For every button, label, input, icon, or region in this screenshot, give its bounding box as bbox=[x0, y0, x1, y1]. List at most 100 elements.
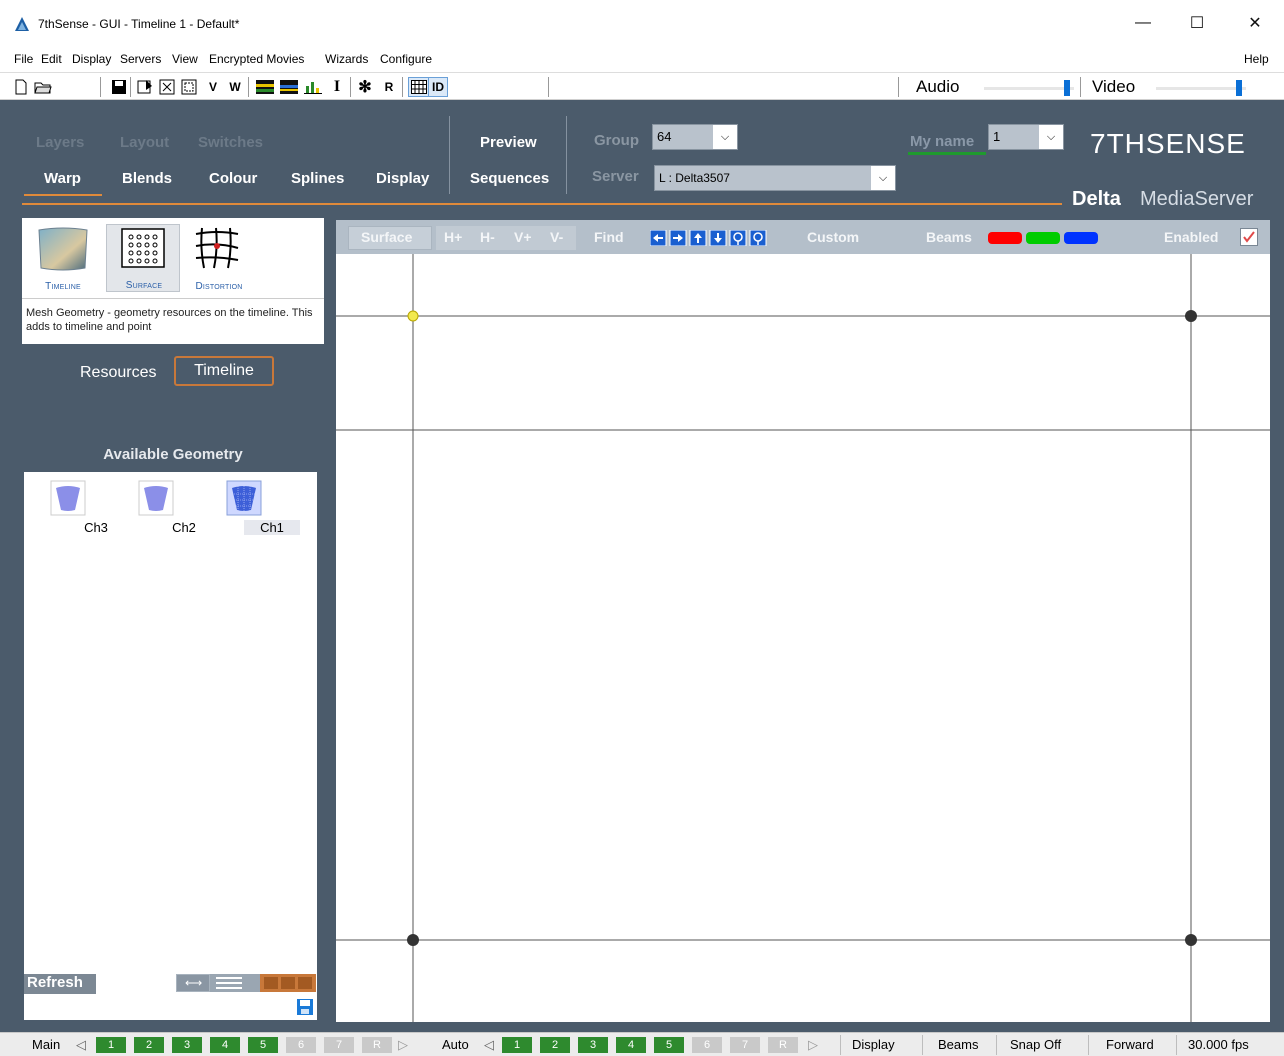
tool-timeline[interactable]: Timeline bbox=[26, 224, 100, 292]
beam-red-toggle[interactable] bbox=[988, 232, 1022, 244]
channel-box-4[interactable]: 4 bbox=[210, 1037, 240, 1053]
menu-view[interactable]: View bbox=[172, 52, 198, 66]
resources-label[interactable]: Resources bbox=[80, 364, 156, 382]
find-button[interactable]: Find bbox=[594, 229, 624, 245]
video-slider-knob[interactable] bbox=[1236, 80, 1242, 96]
i-button[interactable]: I bbox=[328, 77, 346, 97]
status-snap[interactable]: Snap Off bbox=[1010, 1037, 1061, 1052]
save-icon[interactable] bbox=[110, 77, 128, 97]
prev-arrow-icon[interactable]: ◁ bbox=[76, 1037, 86, 1053]
myname-select[interactable]: 1 ⌵ bbox=[988, 124, 1064, 150]
open-folder-icon[interactable] bbox=[34, 77, 52, 97]
color-bars-icon[interactable] bbox=[256, 77, 274, 97]
v-plus-button[interactable]: V+ bbox=[514, 229, 532, 245]
r-button[interactable]: R bbox=[380, 77, 398, 97]
status-forward[interactable]: Forward bbox=[1106, 1037, 1154, 1052]
nav-layers[interactable]: Layers bbox=[36, 134, 84, 151]
nav-layout[interactable]: Layout bbox=[120, 134, 169, 151]
custom-button[interactable]: Custom bbox=[807, 229, 859, 245]
fit-width-icon[interactable]: ⟷ bbox=[176, 974, 210, 992]
nav-colour[interactable]: Colour bbox=[209, 170, 257, 187]
w-button[interactable]: W bbox=[226, 77, 244, 97]
save-icon[interactable] bbox=[296, 998, 314, 1016]
beam-blue-toggle[interactable] bbox=[1064, 232, 1098, 244]
list-view-icon[interactable] bbox=[210, 974, 260, 992]
h-plus-button[interactable]: H+ bbox=[444, 229, 462, 245]
fit-icon[interactable] bbox=[158, 77, 176, 97]
menu-servers[interactable]: Servers bbox=[120, 52, 161, 66]
warp-viewport[interactable]: Surface H+ H- V+ V- Find Custom Beams En… bbox=[336, 220, 1270, 1022]
v-minus-button[interactable]: V- bbox=[550, 229, 563, 245]
beam-green-toggle[interactable] bbox=[1026, 232, 1060, 244]
channel-box-1[interactable]: 1 bbox=[502, 1037, 532, 1053]
menu-display[interactable]: Display bbox=[72, 52, 111, 66]
channel-box-r[interactable]: R bbox=[362, 1037, 392, 1053]
new-file-icon[interactable] bbox=[12, 77, 30, 97]
channel-box-6[interactable]: 6 bbox=[286, 1037, 316, 1053]
control-point-selected[interactable] bbox=[407, 310, 419, 322]
maximize-button[interactable]: ☐ bbox=[1174, 8, 1220, 38]
group-select[interactable]: 64 ⌵ bbox=[652, 124, 738, 150]
id-button[interactable]: ID bbox=[428, 77, 448, 97]
zoom-out-icon[interactable] bbox=[750, 230, 766, 246]
histogram-icon[interactable] bbox=[304, 77, 322, 97]
minimize-button[interactable]: — bbox=[1120, 8, 1166, 38]
arrow-left-icon[interactable] bbox=[650, 230, 666, 246]
arrow-up-icon[interactable] bbox=[690, 230, 706, 246]
menu-configure[interactable]: Configure bbox=[380, 52, 432, 66]
status-display[interactable]: Display bbox=[852, 1037, 895, 1052]
menu-file[interactable]: File bbox=[14, 52, 33, 66]
h-minus-button[interactable]: H- bbox=[480, 229, 495, 245]
arrow-right-icon[interactable] bbox=[670, 230, 686, 246]
channel-box-2[interactable]: 2 bbox=[134, 1037, 164, 1053]
prev-arrow-icon[interactable]: ◁ bbox=[484, 1037, 494, 1053]
grid-icon[interactable] bbox=[408, 77, 430, 97]
warp-canvas[interactable] bbox=[336, 254, 1270, 1022]
next-arrow-icon[interactable]: ▷ bbox=[808, 1037, 818, 1053]
enabled-checkbox[interactable] bbox=[1240, 228, 1258, 246]
channel-box-5[interactable]: 5 bbox=[654, 1037, 684, 1053]
channel-box-7[interactable]: 7 bbox=[730, 1037, 760, 1053]
server-select[interactable]: L : Delta3507 ⌵ bbox=[654, 165, 896, 191]
control-point[interactable] bbox=[1185, 934, 1197, 946]
geometry-list[interactable]: Ch3 Ch2 Ch1 bbox=[24, 472, 317, 1020]
arrow-down-icon[interactable] bbox=[710, 230, 726, 246]
channel-box-1[interactable]: 1 bbox=[96, 1037, 126, 1053]
control-point[interactable] bbox=[1185, 310, 1197, 322]
menu-edit[interactable]: Edit bbox=[41, 52, 62, 66]
expand-icon[interactable] bbox=[180, 77, 198, 97]
channel-box-7[interactable]: 7 bbox=[324, 1037, 354, 1053]
zoom-in-icon[interactable] bbox=[730, 230, 746, 246]
close-button[interactable]: ✕ bbox=[1232, 8, 1278, 38]
surface-button[interactable]: Surface bbox=[361, 229, 412, 245]
chevron-down-icon[interactable]: ⌵ bbox=[1039, 125, 1063, 149]
nav-blends[interactable]: Blends bbox=[122, 170, 172, 187]
properties-icon[interactable] bbox=[136, 77, 154, 97]
next-arrow-icon[interactable]: ▷ bbox=[398, 1037, 408, 1053]
gradient-bars-icon[interactable] bbox=[280, 77, 298, 97]
nav-splines[interactable]: Splines bbox=[291, 170, 344, 187]
nav-preview[interactable]: Preview bbox=[480, 134, 537, 151]
menu-encrypted-movies[interactable]: Encrypted Movies bbox=[209, 52, 304, 66]
nav-warp[interactable]: Warp bbox=[44, 170, 81, 187]
refresh-button[interactable]: Refresh bbox=[24, 974, 96, 994]
channel-box-5[interactable]: 5 bbox=[248, 1037, 278, 1053]
menu-help[interactable]: Help bbox=[1244, 52, 1269, 66]
channel-box-3[interactable]: 3 bbox=[578, 1037, 608, 1053]
v-button[interactable]: V bbox=[204, 77, 222, 97]
channel-box-2[interactable]: 2 bbox=[540, 1037, 570, 1053]
nav-display[interactable]: Display bbox=[376, 170, 429, 187]
asterisk-icon[interactable]: ✻ bbox=[356, 77, 374, 97]
audio-slider-knob[interactable] bbox=[1064, 80, 1070, 96]
chevron-down-icon[interactable]: ⌵ bbox=[871, 166, 895, 190]
channel-box-4[interactable]: 4 bbox=[616, 1037, 646, 1053]
video-slider[interactable] bbox=[1156, 80, 1246, 96]
status-beams[interactable]: Beams bbox=[938, 1037, 978, 1052]
nav-switches[interactable]: Switches bbox=[198, 134, 263, 151]
nav-sequences[interactable]: Sequences bbox=[470, 170, 549, 187]
audio-slider[interactable] bbox=[984, 80, 1074, 96]
tool-surface[interactable]: Surface bbox=[106, 224, 180, 292]
tool-distortion[interactable]: Distortion bbox=[182, 224, 256, 292]
channel-box-6[interactable]: 6 bbox=[692, 1037, 722, 1053]
channel-box-r[interactable]: R bbox=[768, 1037, 798, 1053]
